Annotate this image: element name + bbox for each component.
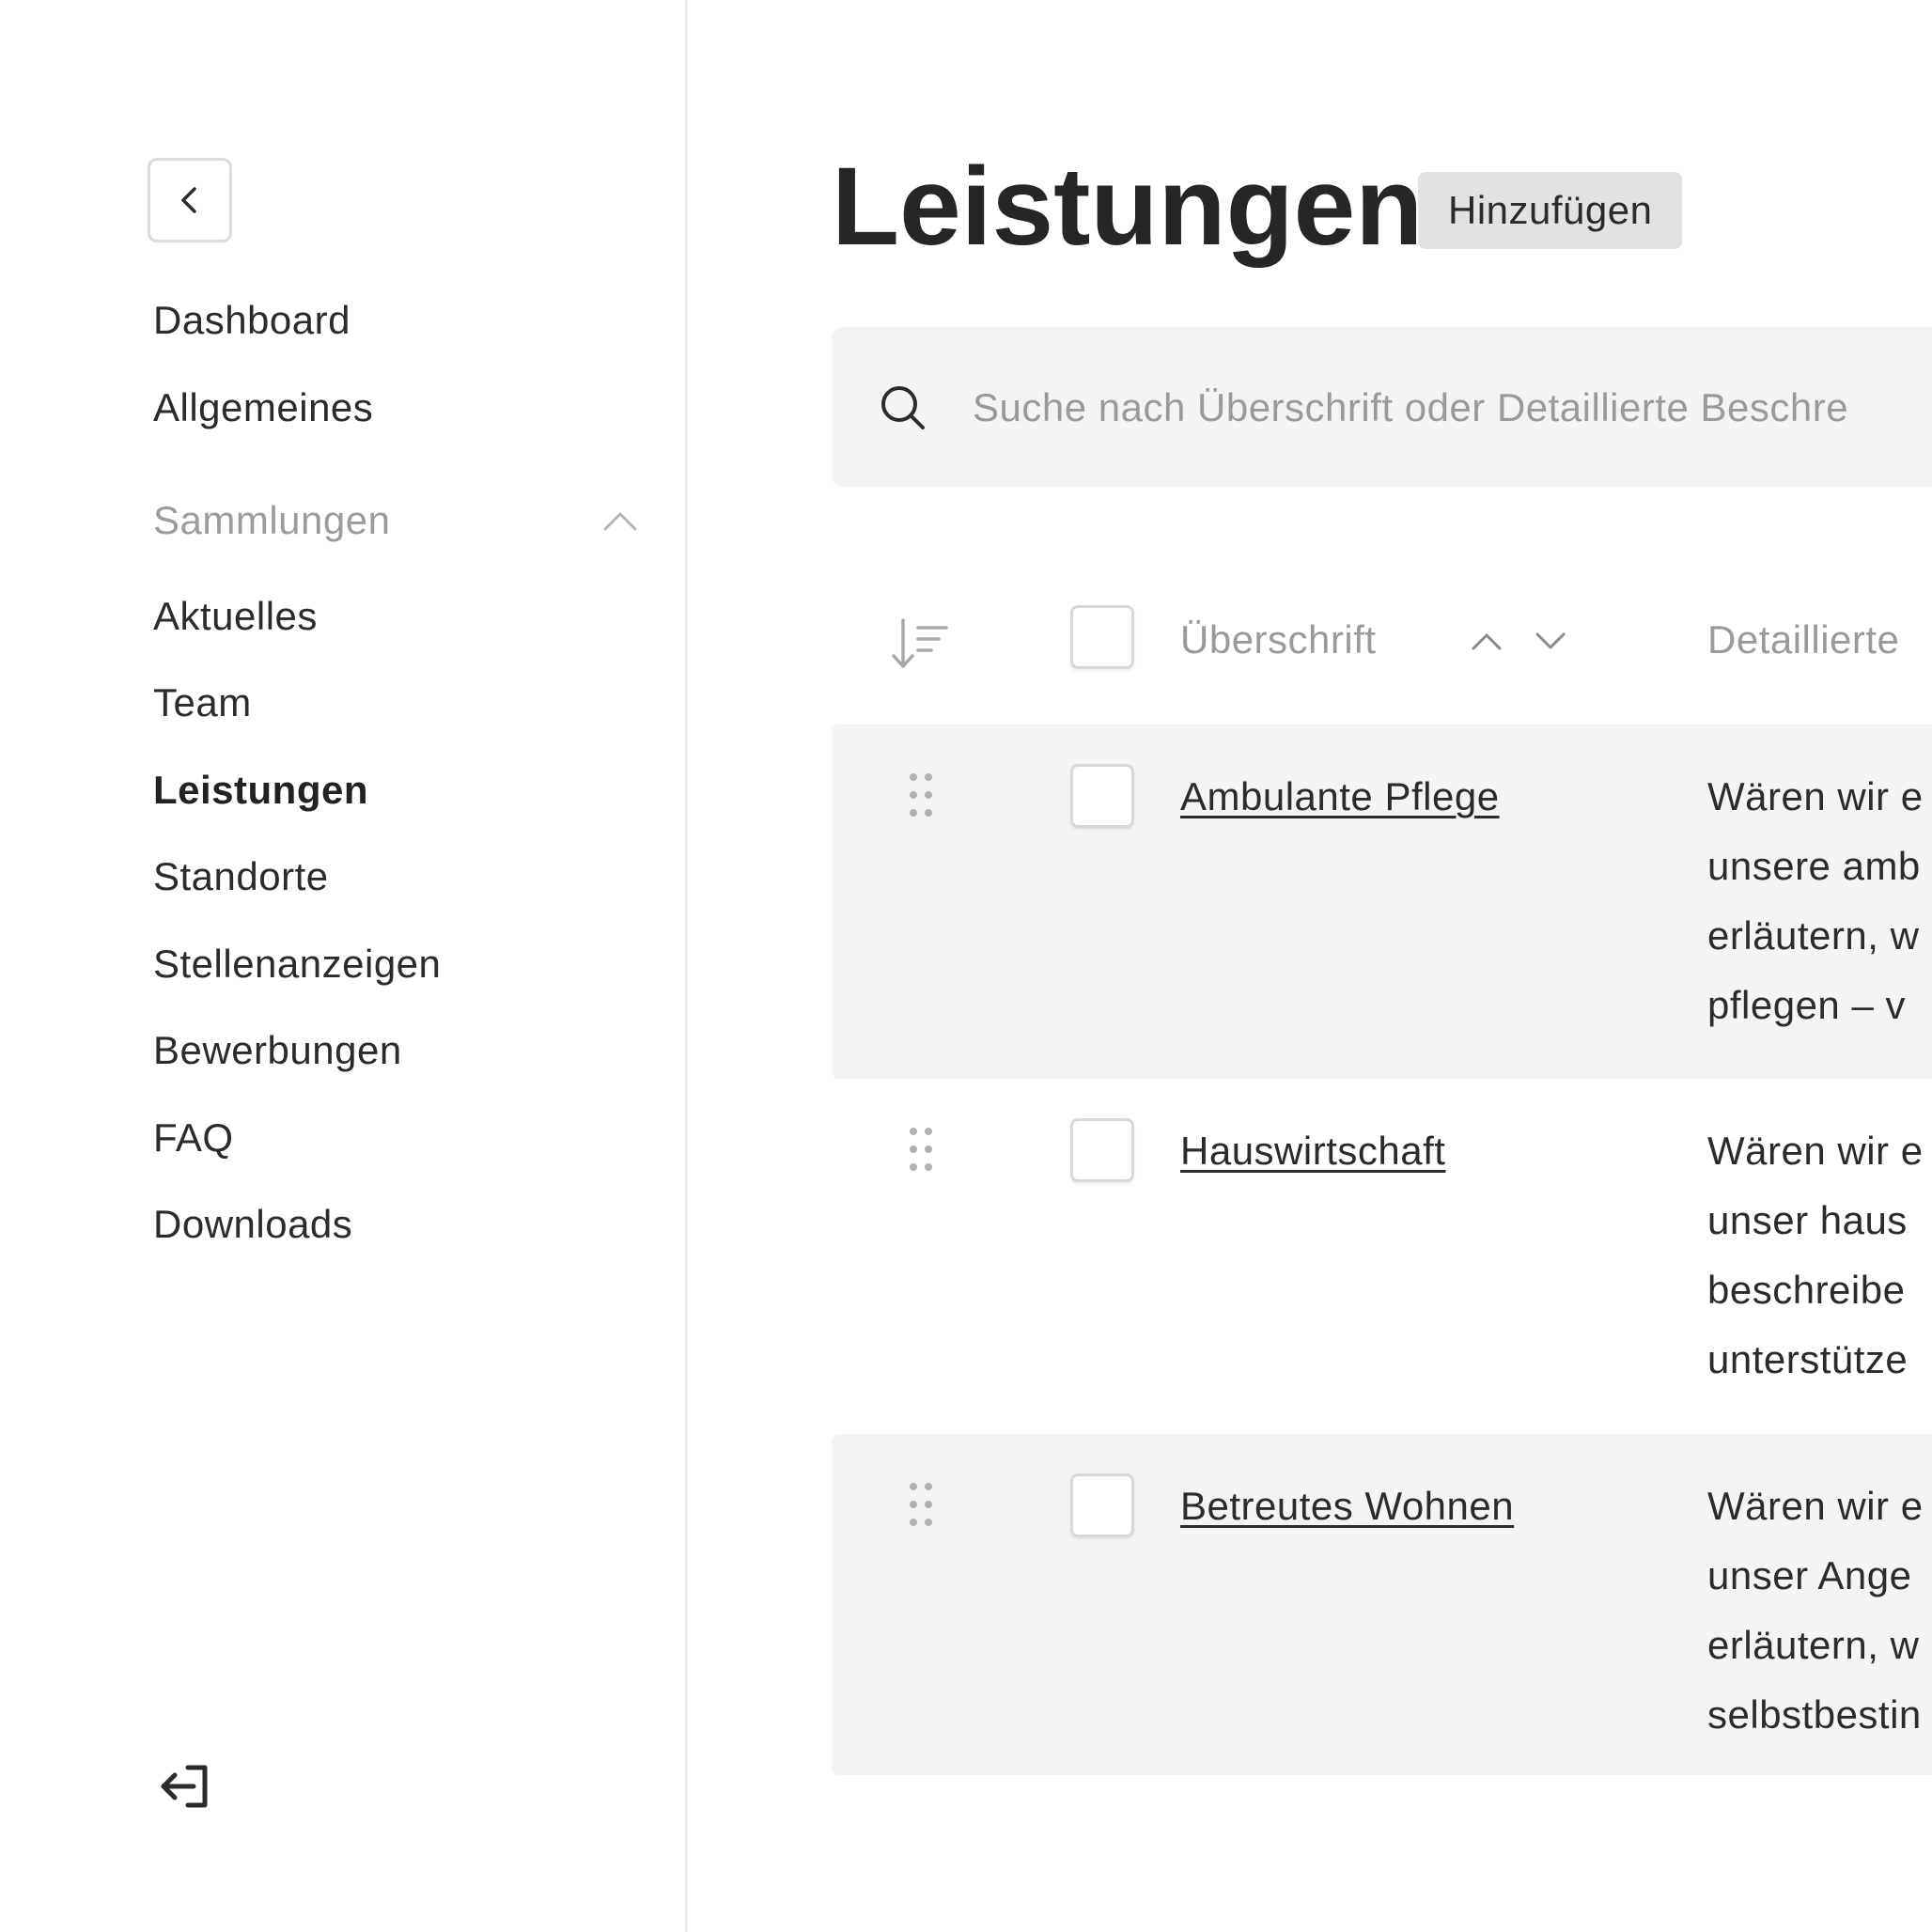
chevron-up-icon[interactable] [601,503,639,540]
nav-bewerbungen[interactable]: Bewerbungen [153,1028,402,1073]
drag-handle-icon[interactable] [907,1126,935,1173]
nav-dashboard[interactable]: Dashboard [153,298,351,343]
drag-handle-icon[interactable] [907,771,935,818]
row-description-line: Wären wir e [1707,1484,1924,1528]
search-input[interactable]: Suche nach Überschrift oder Detaillierte… [973,383,1848,432]
page-title: Leistungen [832,145,1424,269]
nav-team[interactable]: Team [153,680,252,725]
nav-downloads[interactable]: Downloads [153,1202,352,1247]
row-description-line: erläutern, w [1707,913,1920,958]
table-header: Überschrift Detaillierte [832,601,1932,714]
table-row[interactable]: Betreutes Wohnen Wären wir e unser Ange … [832,1434,1932,1775]
row-description-line: erläutern, w [1707,1623,1920,1667]
table-row[interactable]: Ambulante Pflege Wären wir e unsere amb … [832,724,1932,1079]
app-root: Dashboard Allgemeines Sammlungen Aktuell… [0,0,1932,1932]
row-description: Wären wir e unser haus beschreibe unters… [1707,1116,1932,1394]
nav-leistungen[interactable]: Leistungen [153,768,368,813]
add-button[interactable]: Hinzufügen [1418,172,1683,249]
nav-standorte[interactable]: Standorte [153,854,329,899]
row-description-line: Wären wir e [1707,1129,1924,1173]
sort-asc-icon[interactable] [1468,622,1505,660]
row-title-link[interactable]: Ambulante Pflege [1180,773,1500,820]
row-title-link[interactable]: Hauswirtschaft [1180,1128,1445,1175]
nav-faq[interactable]: FAQ [153,1115,234,1161]
column-header-title[interactable]: Überschrift [1180,615,1377,664]
column-header-description[interactable]: Detaillierte [1707,615,1899,664]
row-checkbox[interactable] [1070,764,1134,828]
sort-icon[interactable] [890,613,952,675]
sort-desc-icon[interactable] [1532,622,1569,660]
sidebar: Dashboard Allgemeines Sammlungen Aktuell… [0,0,688,1932]
section-label-sammlungen[interactable]: Sammlungen [153,498,390,543]
main-content: Leistungen Hinzufügen Suche nach Übersch… [691,0,1932,1932]
row-description-line: unterstütze [1707,1337,1909,1381]
nav-allgemeines[interactable]: Allgemeines [153,385,373,430]
row-description-line: unser Ange [1707,1553,1912,1597]
row-description-line: unsere amb [1707,844,1921,888]
select-all-checkbox[interactable] [1070,605,1134,669]
back-button[interactable] [148,158,232,242]
row-description-line: unser haus [1707,1198,1908,1242]
row-checkbox[interactable] [1070,1473,1134,1537]
row-description-line: beschreibe [1707,1268,1906,1312]
table-row[interactable]: Hauswirtschaft Wären wir e unser haus be… [832,1079,1932,1434]
row-description-line: pflegen – v [1707,983,1906,1027]
row-title-link[interactable]: Betreutes Wohnen [1180,1483,1514,1530]
drag-handle-icon[interactable] [907,1481,935,1528]
nav-stellenanzeigen[interactable]: Stellenanzeigen [153,942,441,987]
search-icon [881,386,925,429]
row-description: Wären wir e unser Ange erläutern, w selb… [1707,1472,1932,1750]
nav-aktuelles[interactable]: Aktuelles [153,594,318,639]
logout-icon[interactable] [158,1762,212,1811]
row-description-line: Wären wir e [1707,774,1924,818]
search-bar[interactable]: Suche nach Überschrift oder Detaillierte… [832,327,1932,487]
row-description: Wären wir e unsere amb erläutern, w pfle… [1707,762,1932,1040]
row-checkbox[interactable] [1070,1118,1134,1182]
row-description-line: selbstbestin [1707,1692,1922,1737]
chevron-left-icon [181,187,196,213]
